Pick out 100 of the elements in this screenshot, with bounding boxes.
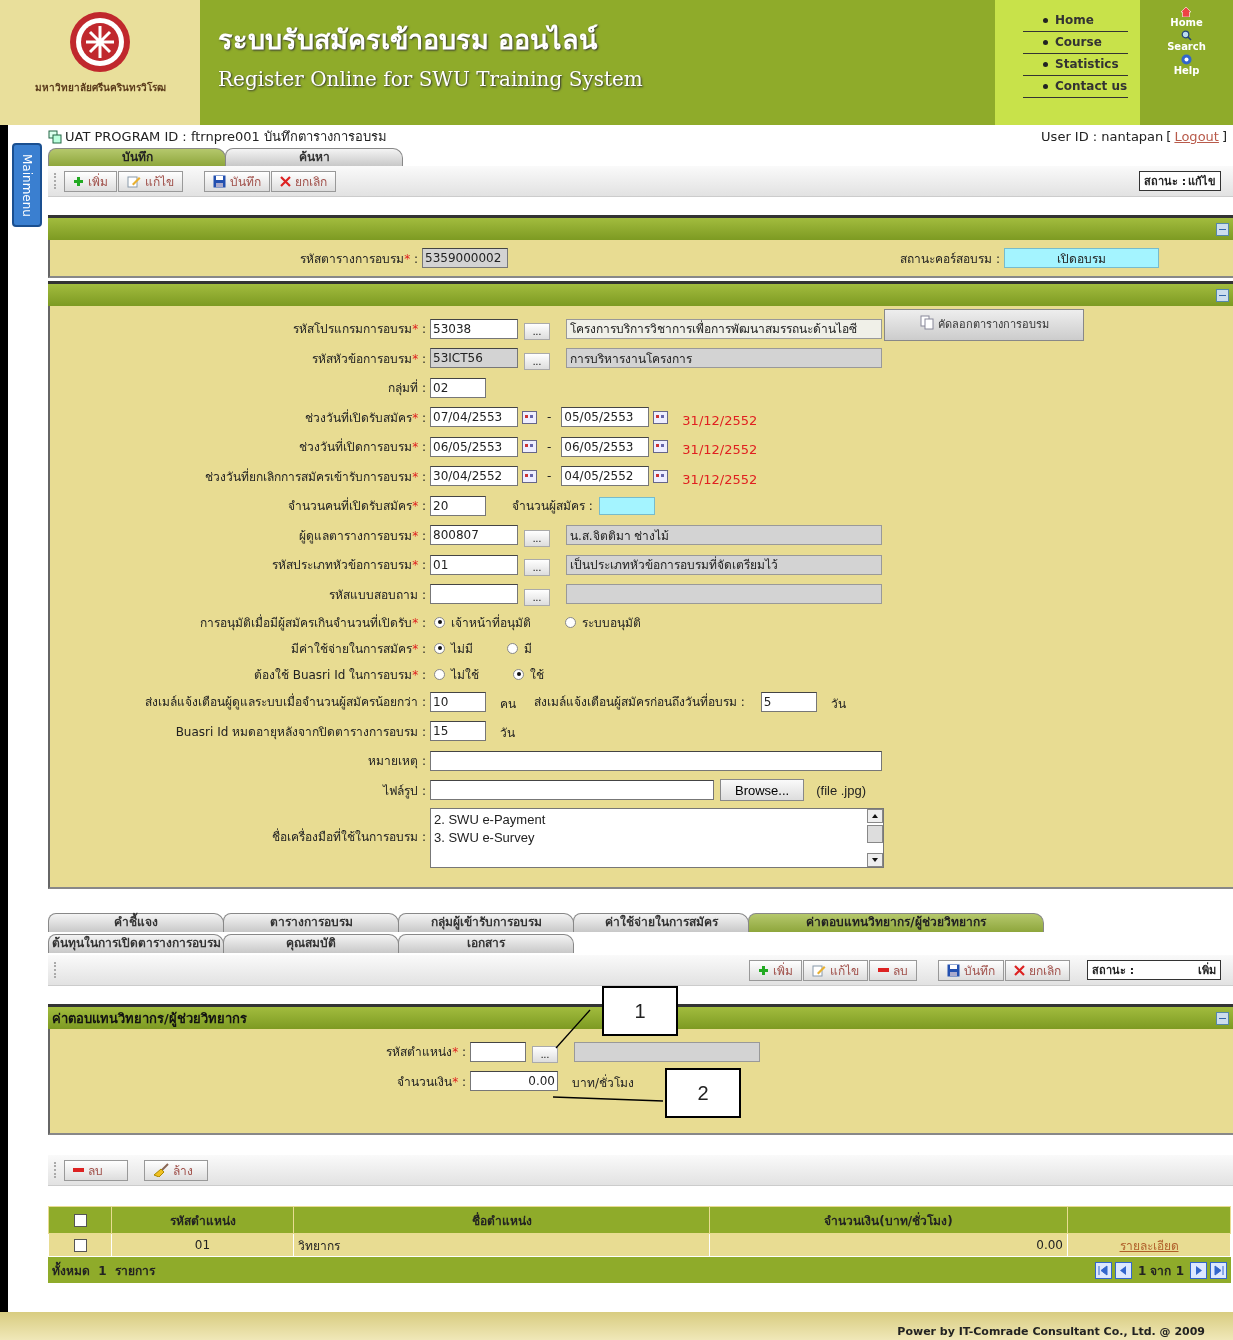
option-label: ไม่มี [451,640,473,658]
next-page-icon[interactable] [1190,1261,1207,1279]
copy-button[interactable]: คัดลอกตารางการอบรม [884,308,1084,341]
status-field: สถานะ : แก้ไข [1139,171,1221,191]
tab[interactable]: ต้นทุนในการเปิดตารางการอบรม [48,934,224,953]
input-field[interactable]: 5 [760,691,817,712]
calendar-icon[interactable] [653,469,669,483]
checkbox[interactable] [73,1239,87,1252]
date-field[interactable]: 04/05/2552 [561,466,650,487]
tab[interactable]: ค้นหา [225,148,403,166]
nav-link[interactable]: Course [1023,32,1128,54]
checkbox[interactable] [73,1214,87,1227]
last-page-icon[interactable] [1210,1261,1227,1279]
toolbar-button[interactable]: แก้ไข [803,959,868,981]
option-label: มี [524,640,532,658]
field-label: มีค่าใช้จ่ายในการสมัคร* : [290,640,427,658]
field-label: รหัสโปรแกรมการอบรม* : [292,321,427,339]
lookup-button[interactable]: ... [524,352,550,370]
first-page-icon[interactable] [1094,1261,1112,1279]
input-field[interactable]: 01 [430,554,518,575]
input-field[interactable] [470,1041,526,1062]
pencil-icon [812,963,826,977]
calendar-icon[interactable] [522,410,537,424]
input-field[interactable]: 53038 [430,318,518,339]
toolbar-button[interactable]: ยกเลิก [271,170,336,192]
input-field[interactable] [430,584,518,605]
lookup-button[interactable]: ... [524,529,550,547]
tab[interactable]: บันทึก [48,148,226,166]
scroll-up-icon[interactable] [867,809,883,823]
file-field[interactable] [430,780,714,801]
date-field[interactable]: 06/05/2553 [561,436,650,457]
list-item[interactable]: 3. SWU e-Survey [434,829,864,847]
date-field[interactable]: 07/04/2553 [430,407,518,428]
tab[interactable]: เอกสาร [398,934,574,953]
field-label: ช่วงวันที่เปิดการอบรม* : [298,437,427,457]
list-item[interactable]: 2. SWU e-Payment [434,811,864,829]
calendar-icon[interactable] [653,440,669,454]
tab[interactable]: คำชี้แจง [48,913,224,932]
option-label: ไม่ใช้ [451,666,479,684]
input-field[interactable]: 800807 [430,525,518,546]
collapse-icon[interactable] [1216,288,1229,302]
tab[interactable]: กลุ่มผู้เข้ารับการอบรม [398,913,574,932]
tab[interactable]: ตารางการอบรม [223,913,399,932]
input-field[interactable]: 20 [430,495,486,516]
input-field[interactable]: 53ICT56 [430,348,518,369]
calendar-icon[interactable] [522,440,537,454]
nav-link[interactable]: Statistics [1023,54,1128,76]
date-field[interactable]: 30/04/2552 [430,466,518,487]
input-field[interactable]: 5359000002 [422,248,508,268]
broom-icon [153,1163,169,1177]
input-field[interactable]: 10 [430,691,486,712]
option-label: เจ้าหน้าที่อนุมัติ [451,613,531,632]
input-field[interactable] [430,750,882,771]
radio-button[interactable] [513,668,524,680]
collapse-icon[interactable] [1216,1011,1229,1025]
toolbar-button[interactable]: ลบ [869,959,917,981]
description-field: เป็นประเภทหัวข้อการอบรมที่จัดเตรียมไว้ [566,554,882,575]
input-field[interactable]: 15 [430,721,486,742]
lookup-button[interactable]: ... [524,323,550,341]
toolbar-button[interactable]: เพิ่ม [64,170,117,192]
tab[interactable]: คุณสมบัติ [223,934,399,953]
tab[interactable]: ค่าตอบแทนวิทยากร/ผู้ช่วยวิทยากร [748,913,1044,932]
calendar-icon[interactable] [653,410,669,424]
amount-field[interactable]: 0.00 [470,1071,558,1092]
collapse-icon[interactable] [1216,222,1229,236]
date-field[interactable]: 05/05/2553 [561,407,650,428]
field-label: ช่วงวันที่เปิดรับสมัคร* : [304,408,427,427]
field-label: จำนวนคนที่เปิดรับสมัคร* : [287,496,427,516]
side-menu-tab[interactable]: Mainmenu [12,143,42,227]
toolbar-button[interactable]: ลบ [64,1159,128,1181]
toolbar-button[interactable]: เพิ่ม [749,959,802,981]
previous-page-icon[interactable] [1114,1261,1132,1279]
toolbar-button[interactable]: บันทึก [938,959,1004,981]
scrollbar[interactable] [867,809,883,867]
list-box[interactable]: 2. SWU e-Payment 3. SWU e-Survey [430,808,884,868]
nav-link[interactable]: Home [1023,10,1128,32]
radio-button[interactable] [434,642,445,654]
leader-line [555,1009,591,1049]
radio-button[interactable] [507,642,518,654]
lookup-button[interactable]: ... [524,559,550,577]
toolbar-button[interactable]: ยกเลิก [1005,959,1070,981]
radio-button[interactable] [434,668,445,680]
input-field[interactable]: 02 [430,377,486,398]
toolbar-button[interactable]: บันทึก [204,170,270,192]
option-label: ใช้ [530,666,544,684]
toolbar-button[interactable]: ล้าง [144,1159,208,1181]
calendar-icon[interactable] [522,469,537,483]
toolbar-button[interactable]: แก้ไข [118,170,183,192]
lookup-button[interactable]: ... [524,588,550,606]
tab[interactable]: ค่าใช้จ่ายในการสมัคร [573,913,749,932]
lookup-button[interactable]: ... [532,1046,558,1064]
browse-button[interactable]: Browse... [720,779,805,802]
date-field[interactable]: 06/05/2553 [430,436,518,457]
radio-button[interactable] [565,616,576,628]
emblem-logo [68,10,132,74]
radio-button[interactable] [434,616,445,628]
field-label: การอนุมัติเมื่อมีผู้สมัครเกินจำนวนที่เปิดรับ* : [199,613,427,632]
nav-link[interactable]: Contact us [1023,76,1128,98]
scroll-down-icon[interactable] [867,853,883,867]
logout-link[interactable]: Logout [1174,129,1219,144]
